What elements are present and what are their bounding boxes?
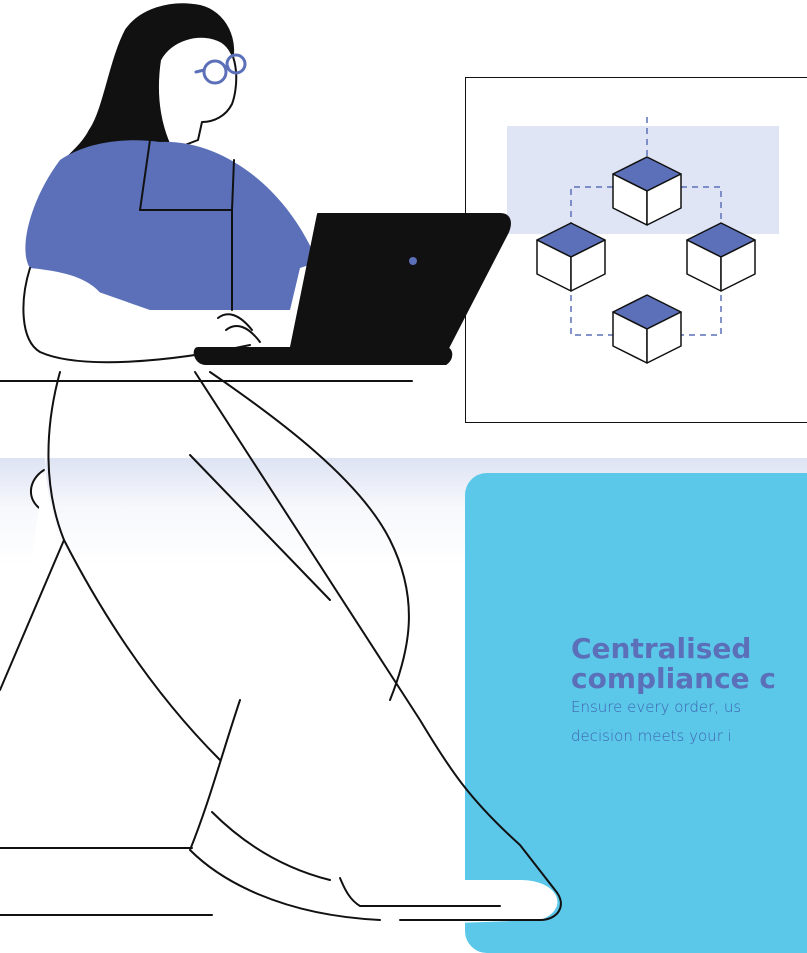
woman-with-laptop-illustration xyxy=(0,3,562,925)
